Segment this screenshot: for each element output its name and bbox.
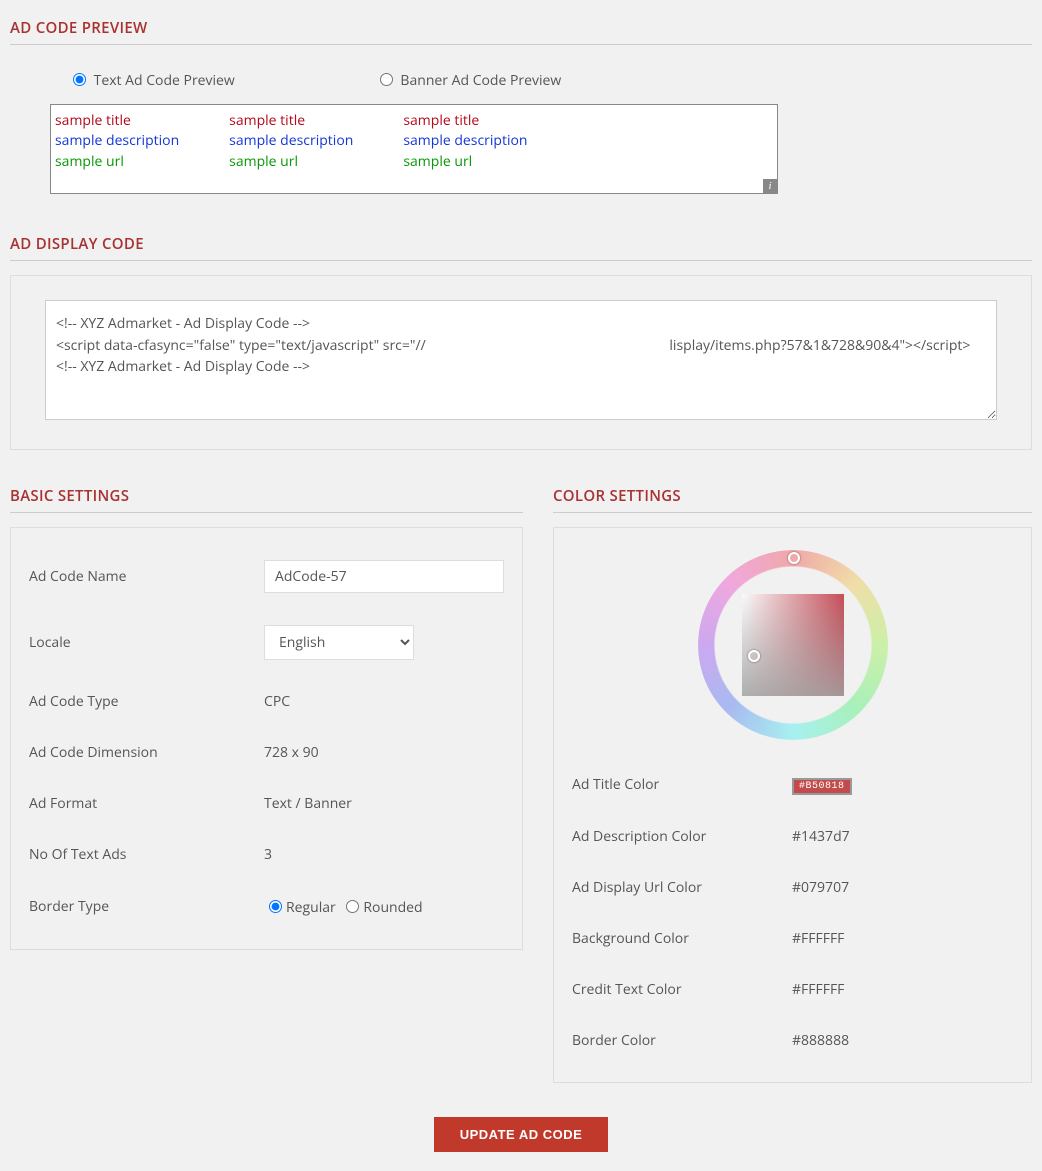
ad-preview-item: sample title sample description sample u…	[229, 111, 353, 187]
radio-banner-preview-input[interactable]	[380, 73, 393, 86]
label-locale: Locale	[29, 633, 264, 652]
divider	[10, 44, 1032, 45]
value-credit-color: #FFFFFF	[792, 980, 1013, 999]
color-wheel-handle-sv[interactable]	[748, 650, 760, 662]
value-adcode-type: CPC	[264, 692, 504, 711]
ad-title: sample title	[55, 111, 179, 131]
preview-section: Text Ad Code Preview Banner Ad Code Prev…	[10, 59, 1032, 212]
radio-banner-preview-label: Banner Ad Code Preview	[400, 71, 561, 90]
divider	[553, 512, 1032, 513]
label-desc-color: Ad Description Color	[572, 827, 792, 846]
ad-url: sample url	[403, 152, 527, 172]
info-icon[interactable]: i	[763, 179, 777, 193]
ad-preview-box: sample title sample description sample u…	[50, 104, 778, 194]
radio-border-regular[interactable]: Regular	[264, 898, 336, 917]
basic-settings-panel: Ad Code Name Locale English Ad Code Type…	[10, 527, 523, 950]
select-locale[interactable]: English	[264, 625, 414, 660]
divider	[10, 260, 1032, 261]
color-settings-panel: Ad Title Color #B50818 Ad Description Co…	[553, 527, 1032, 1083]
label-url-color: Ad Display Url Color	[572, 878, 792, 897]
ad-url: sample url	[55, 152, 179, 172]
value-num-ads: 3	[264, 845, 504, 864]
value-format: Text / Banner	[264, 794, 504, 813]
label-credit-color: Credit Text Color	[572, 980, 792, 999]
value-border-color: #888888	[792, 1031, 1013, 1050]
swatch-title-color[interactable]: #B50818	[792, 778, 852, 795]
value-bg-color: #FFFFFF	[792, 929, 1013, 948]
value-url-color: #079707	[792, 878, 1013, 897]
label-border-type: Border Type	[29, 897, 264, 916]
color-wheel-square[interactable]	[742, 594, 844, 696]
color-picker[interactable]	[572, 544, 1013, 758]
label-dimension: Ad Code Dimension	[29, 743, 264, 762]
heading-color-settings: COLOR SETTINGS	[553, 486, 1032, 506]
update-adcode-button[interactable]: UPDATE AD CODE	[434, 1117, 609, 1152]
label-num-ads: No Of Text Ads	[29, 845, 264, 864]
radio-text-preview-label: Text Ad Code Preview	[94, 71, 235, 90]
heading-adcode-preview: AD CODE PREVIEW	[10, 18, 1032, 38]
ad-preview-item: sample title sample description sample u…	[55, 111, 179, 187]
label-adcode-type: Ad Code Type	[29, 692, 264, 711]
ad-url: sample url	[229, 152, 353, 172]
radio-text-preview-input[interactable]	[73, 73, 86, 86]
divider	[10, 512, 523, 513]
basic-settings-column: BASIC SETTINGS Ad Code Name Locale Engli…	[10, 478, 523, 1083]
heading-display-code: AD DISPLAY CODE	[10, 234, 1032, 254]
label-bg-color: Background Color	[572, 929, 792, 948]
preview-mode-radios: Text Ad Code Preview Banner Ad Code Prev…	[68, 69, 1014, 90]
ad-preview-item: sample title sample description sample u…	[403, 111, 527, 187]
ad-display-code-textarea[interactable]	[45, 300, 997, 420]
color-wheel-handle-hue[interactable]	[788, 552, 800, 564]
label-border-color: Border Color	[572, 1031, 792, 1050]
ad-title: sample title	[229, 111, 353, 131]
value-desc-color: #1437d7	[792, 827, 1013, 846]
color-settings-column: COLOR SETTINGS Ad Title Color #B50818 Ad…	[553, 478, 1032, 1083]
radio-border-regular-label: Regular	[286, 898, 336, 917]
value-dimension: 728 x 90	[264, 743, 504, 762]
radio-border-rounded-label: Rounded	[363, 898, 422, 917]
label-adcode-name: Ad Code Name	[29, 567, 264, 586]
label-title-color: Ad Title Color	[572, 775, 792, 794]
ad-description: sample description	[229, 131, 353, 151]
label-format: Ad Format	[29, 794, 264, 813]
ad-description: sample description	[403, 131, 527, 151]
radio-border-regular-input[interactable]	[269, 900, 282, 913]
radio-banner-preview[interactable]: Banner Ad Code Preview	[375, 69, 561, 90]
value-border-type: Regular Rounded	[264, 896, 504, 917]
radio-border-rounded-input[interactable]	[346, 900, 359, 913]
ad-description: sample description	[55, 131, 179, 151]
ad-title: sample title	[403, 111, 527, 131]
display-code-panel	[10, 275, 1032, 450]
radio-border-rounded[interactable]: Rounded	[341, 898, 422, 917]
radio-text-preview[interactable]: Text Ad Code Preview	[68, 69, 235, 90]
heading-basic-settings: BASIC SETTINGS	[10, 486, 523, 506]
input-adcode-name[interactable]	[264, 560, 504, 593]
